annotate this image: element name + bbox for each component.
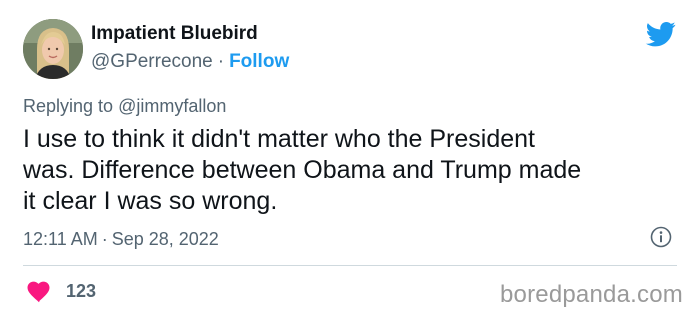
display-name[interactable]: Impatient Bluebird	[91, 23, 258, 45]
tweet-line: I use to think it didn't matter who the …	[23, 125, 535, 153]
tweet-line: was. Difference between Obama and Trump …	[23, 156, 582, 184]
timestamp-separator: ·	[101, 229, 108, 249]
tweet-timestamp[interactable]: 12:11 AM · Sep 28, 2022	[23, 229, 219, 250]
user-handle[interactable]: @GPerrecone	[91, 51, 213, 72]
handle-row: @GPerrecone · Follow	[91, 51, 289, 73]
avatar[interactable]	[23, 19, 83, 79]
profile-photo-icon	[23, 19, 83, 79]
tweet-date: Sep 28, 2022	[111, 229, 219, 249]
replying-prefix: Replying to	[23, 96, 114, 116]
divider	[23, 265, 677, 266]
heart-icon[interactable]	[27, 281, 51, 303]
tweet-line: it clear I was so wrong.	[23, 187, 278, 215]
tweet-text: I use to think it didn't matter who the …	[23, 124, 673, 217]
replying-to: Replying to @jimmyfallon	[23, 96, 226, 117]
handle-separator: ·	[217, 51, 225, 72]
follow-button[interactable]: Follow	[229, 51, 289, 72]
watermark: boredpanda.com	[500, 281, 683, 308]
like-count: 123	[66, 281, 97, 301]
reply-mention-link[interactable]: @jimmyfallon	[118, 96, 226, 116]
tweet-time: 12:11 AM	[23, 229, 98, 249]
twitter-bird-icon[interactable]	[644, 19, 678, 49]
info-icon[interactable]	[650, 226, 672, 248]
